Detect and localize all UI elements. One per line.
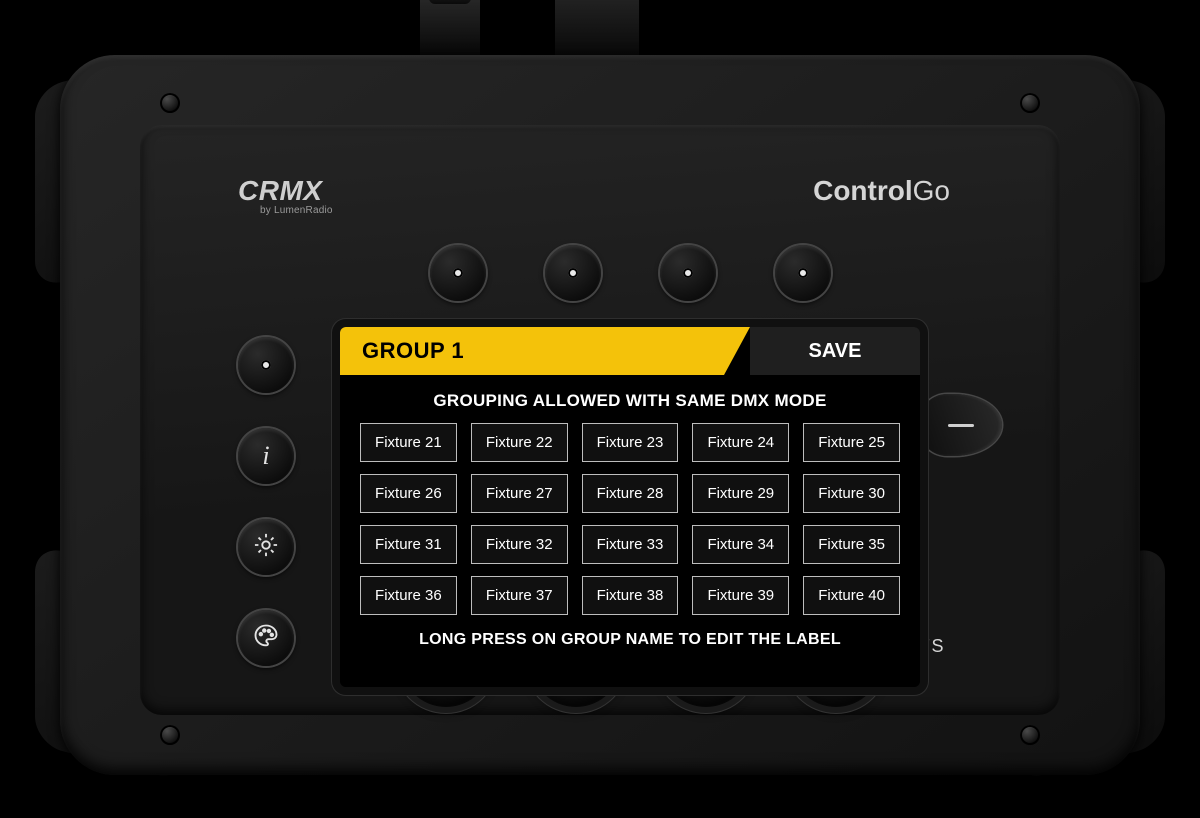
fixture-cell[interactable]: Fixture 29	[692, 474, 789, 513]
screw-icon	[1020, 725, 1040, 745]
palette-icon	[252, 622, 280, 655]
side-button-select[interactable]	[238, 337, 294, 393]
soft-button-3[interactable]	[660, 245, 716, 301]
fixture-cell[interactable]: Fixture 35	[803, 525, 900, 564]
fixture-cell[interactable]: Fixture 26	[360, 474, 457, 513]
side-button-settings[interactable]	[238, 519, 294, 575]
fixture-cell[interactable]: Fixture 27	[471, 474, 568, 513]
fixture-cell[interactable]: Fixture 39	[692, 576, 789, 615]
group-title[interactable]: GROUP 1	[340, 327, 750, 375]
fixture-cell[interactable]: Fixture 28	[582, 474, 679, 513]
fixture-cell[interactable]: Fixture 37	[471, 576, 568, 615]
fixture-cell[interactable]: Fixture 25	[803, 423, 900, 462]
fixture-cell[interactable]: Fixture 34	[692, 525, 789, 564]
lcd-header: GROUP 1 SAVE	[340, 327, 920, 375]
product-name-light: Go	[913, 175, 950, 206]
fixture-cell[interactable]: Fixture 38	[582, 576, 679, 615]
fixture-cell[interactable]: Fixture 21	[360, 423, 457, 462]
lcd-screen: GROUP 1 SAVE GROUPING ALLOWED WITH SAME …	[340, 327, 920, 687]
side-button-info[interactable]: i	[238, 428, 294, 484]
soft-button-1[interactable]	[430, 245, 486, 301]
fixture-cell[interactable]: Fixture 32	[471, 525, 568, 564]
crmx-logo-text: CRMX	[238, 175, 333, 207]
side-button-palette[interactable]	[238, 610, 294, 666]
fixture-cell[interactable]: Fixture 22	[471, 423, 568, 462]
device-chassis: CRMX by LumenRadio ControlGo i	[60, 55, 1140, 775]
fixture-cell[interactable]: Fixture 30	[803, 474, 900, 513]
antenna-connector-small	[420, 0, 480, 60]
fixture-cell[interactable]: Fixture 24	[692, 423, 789, 462]
lcd-subtitle: GROUPING ALLOWED WITH SAME DMX MODE	[340, 375, 920, 423]
soft-button-4[interactable]	[775, 245, 831, 301]
info-icon: i	[262, 441, 269, 471]
fixture-cell[interactable]: Fixture 36	[360, 576, 457, 615]
product-name: ControlGo	[813, 175, 950, 207]
screw-icon	[160, 93, 180, 113]
lcd-footer: LONG PRESS ON GROUP NAME TO EDIT THE LAB…	[340, 615, 920, 649]
fixture-cell[interactable]: Fixture 31	[360, 525, 457, 564]
save-button[interactable]: SAVE	[750, 327, 920, 375]
crmx-logo: CRMX by LumenRadio	[238, 175, 333, 216]
fixture-cell[interactable]: Fixture 33	[582, 525, 679, 564]
screw-icon	[1020, 93, 1040, 113]
fixture-cell[interactable]: Fixture 40	[803, 576, 900, 615]
product-name-bold: Control	[813, 175, 913, 206]
screw-icon	[160, 725, 180, 745]
fixture-cell[interactable]: Fixture 23	[582, 423, 679, 462]
fixture-grid: Fixture 21 Fixture 22 Fixture 23 Fixture 24…	[340, 423, 920, 615]
soft-button-2[interactable]	[545, 245, 601, 301]
gear-icon	[252, 531, 280, 564]
